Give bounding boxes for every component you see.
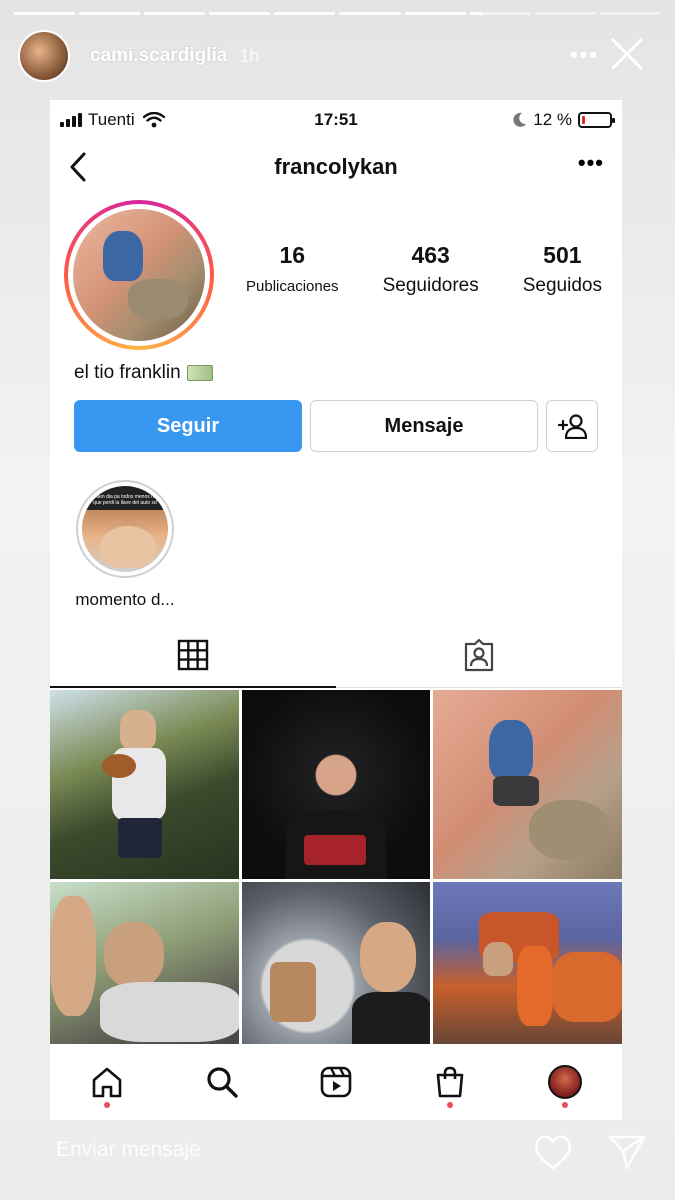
grid-icon (177, 639, 209, 670)
moon-icon (513, 112, 527, 127)
story-more-icon[interactable]: ••• (570, 42, 599, 68)
story-highlights: buen dia pa todos menos mi que perdi la … (50, 452, 622, 622)
posts-grid (50, 690, 622, 1071)
add-user-icon (557, 414, 587, 439)
stat-followers-label: Seguidores (382, 275, 479, 296)
message-button[interactable]: Mensaje (310, 400, 538, 452)
stat-posts-label: Publicaciones (246, 278, 339, 295)
status-time: 17:51 (314, 110, 358, 129)
profile-avatar[interactable] (64, 200, 214, 350)
progress-segment (339, 12, 401, 15)
nav-search[interactable] (192, 1052, 252, 1112)
nav-reels[interactable] (306, 1052, 366, 1112)
stat-following-count: 501 (543, 242, 582, 268)
battery-icon (578, 112, 615, 128)
grid-post[interactable] (50, 690, 239, 879)
reels-icon (320, 1066, 352, 1098)
stat-posts[interactable]: 16 Publicaciones (246, 242, 339, 297)
profile-navbar: francolykan ••• (50, 140, 622, 194)
progress-segment (599, 12, 661, 15)
stat-posts-count: 16 (279, 242, 306, 268)
money-emoji-icon (186, 365, 213, 381)
highlight-overlay-text: buen dia pa todos menos mi que perdi la … (93, 494, 157, 506)
nav-shop[interactable] (420, 1052, 480, 1112)
progress-segment (79, 12, 141, 15)
stat-followers-count: 463 (411, 242, 450, 268)
status-right: 12 % (513, 110, 615, 130)
close-icon[interactable] (609, 36, 645, 72)
grid-post[interactable] (50, 882, 239, 1071)
stat-following-label: Seguidos (522, 275, 602, 296)
story-progress (14, 12, 661, 15)
notification-dot (447, 1102, 454, 1108)
progress-segment (144, 12, 206, 15)
progress-segment (14, 12, 76, 15)
story-header: cami.scardiglia 1h ••• (18, 30, 661, 82)
stat-followers[interactable]: 463 Seguidores (383, 242, 479, 297)
progress-segment (274, 12, 336, 15)
story-reply-bar: Enviar mensaje (0, 1120, 675, 1200)
shop-icon (437, 1066, 464, 1098)
follow-button[interactable]: Seguir (74, 400, 302, 452)
grid-post[interactable] (433, 882, 622, 1071)
profile-avatar-small (547, 1065, 582, 1099)
carrier-name: Tuenti (88, 110, 135, 129)
bottom-navigation (50, 1044, 622, 1120)
status-bar: Tuenti 17:51 12 % (50, 100, 622, 140)
highlight-label: momento d... (75, 590, 175, 609)
profile-screenshot: Tuenti 17:51 12 % francolykan ••• 16 Pub… (50, 100, 622, 1120)
back-icon[interactable] (64, 150, 94, 184)
story-author-username[interactable]: cami.scardiglia (90, 45, 227, 67)
stat-following[interactable]: 501 Seguidos (523, 242, 602, 297)
tab-tagged[interactable] (336, 622, 622, 687)
profile-username: francolykan (274, 154, 398, 179)
notification-dot (561, 1102, 568, 1108)
highlight-item[interactable]: buen dia pa todos menos mi que perdi la … (70, 480, 180, 610)
tagged-icon (464, 638, 494, 671)
profile-bio: el tio franklin (50, 354, 622, 388)
search-icon (206, 1067, 238, 1098)
highlight-cover: buen dia pa todos menos mi que perdi la … (76, 480, 174, 578)
progress-segment (534, 12, 596, 15)
more-options-icon[interactable]: ••• (578, 150, 604, 176)
nav-profile[interactable] (535, 1052, 595, 1112)
profile-header: 16 Publicaciones 463 Seguidores 501 Segu… (50, 194, 622, 354)
story-author-avatar[interactable] (18, 30, 70, 82)
suggested-users-button[interactable] (546, 400, 598, 452)
send-icon[interactable] (607, 1132, 647, 1172)
profile-actions: Seguir Mensaje (50, 400, 622, 452)
signal-icon (60, 113, 82, 127)
grid-post[interactable] (241, 882, 431, 1071)
progress-segment (209, 12, 271, 15)
story-time-ago: 1h (239, 45, 260, 66)
heart-icon[interactable] (531, 1130, 575, 1174)
nav-home[interactable] (77, 1052, 137, 1112)
battery-percent: 12 % (533, 110, 572, 129)
wifi-icon (142, 112, 165, 128)
bio-text: el tio franklin (74, 362, 181, 383)
grid-post[interactable] (433, 690, 622, 879)
home-icon (92, 1067, 122, 1098)
profile-tabs (50, 622, 622, 688)
reply-input[interactable]: Enviar mensaje (56, 1138, 201, 1162)
notification-dot (104, 1102, 111, 1108)
tab-grid[interactable] (50, 622, 336, 688)
progress-segment (469, 12, 531, 15)
grid-post[interactable] (241, 690, 431, 879)
profile-stats: 16 Publicaciones 463 Seguidores 501 Segu… (246, 242, 602, 297)
progress-segment (404, 12, 466, 15)
